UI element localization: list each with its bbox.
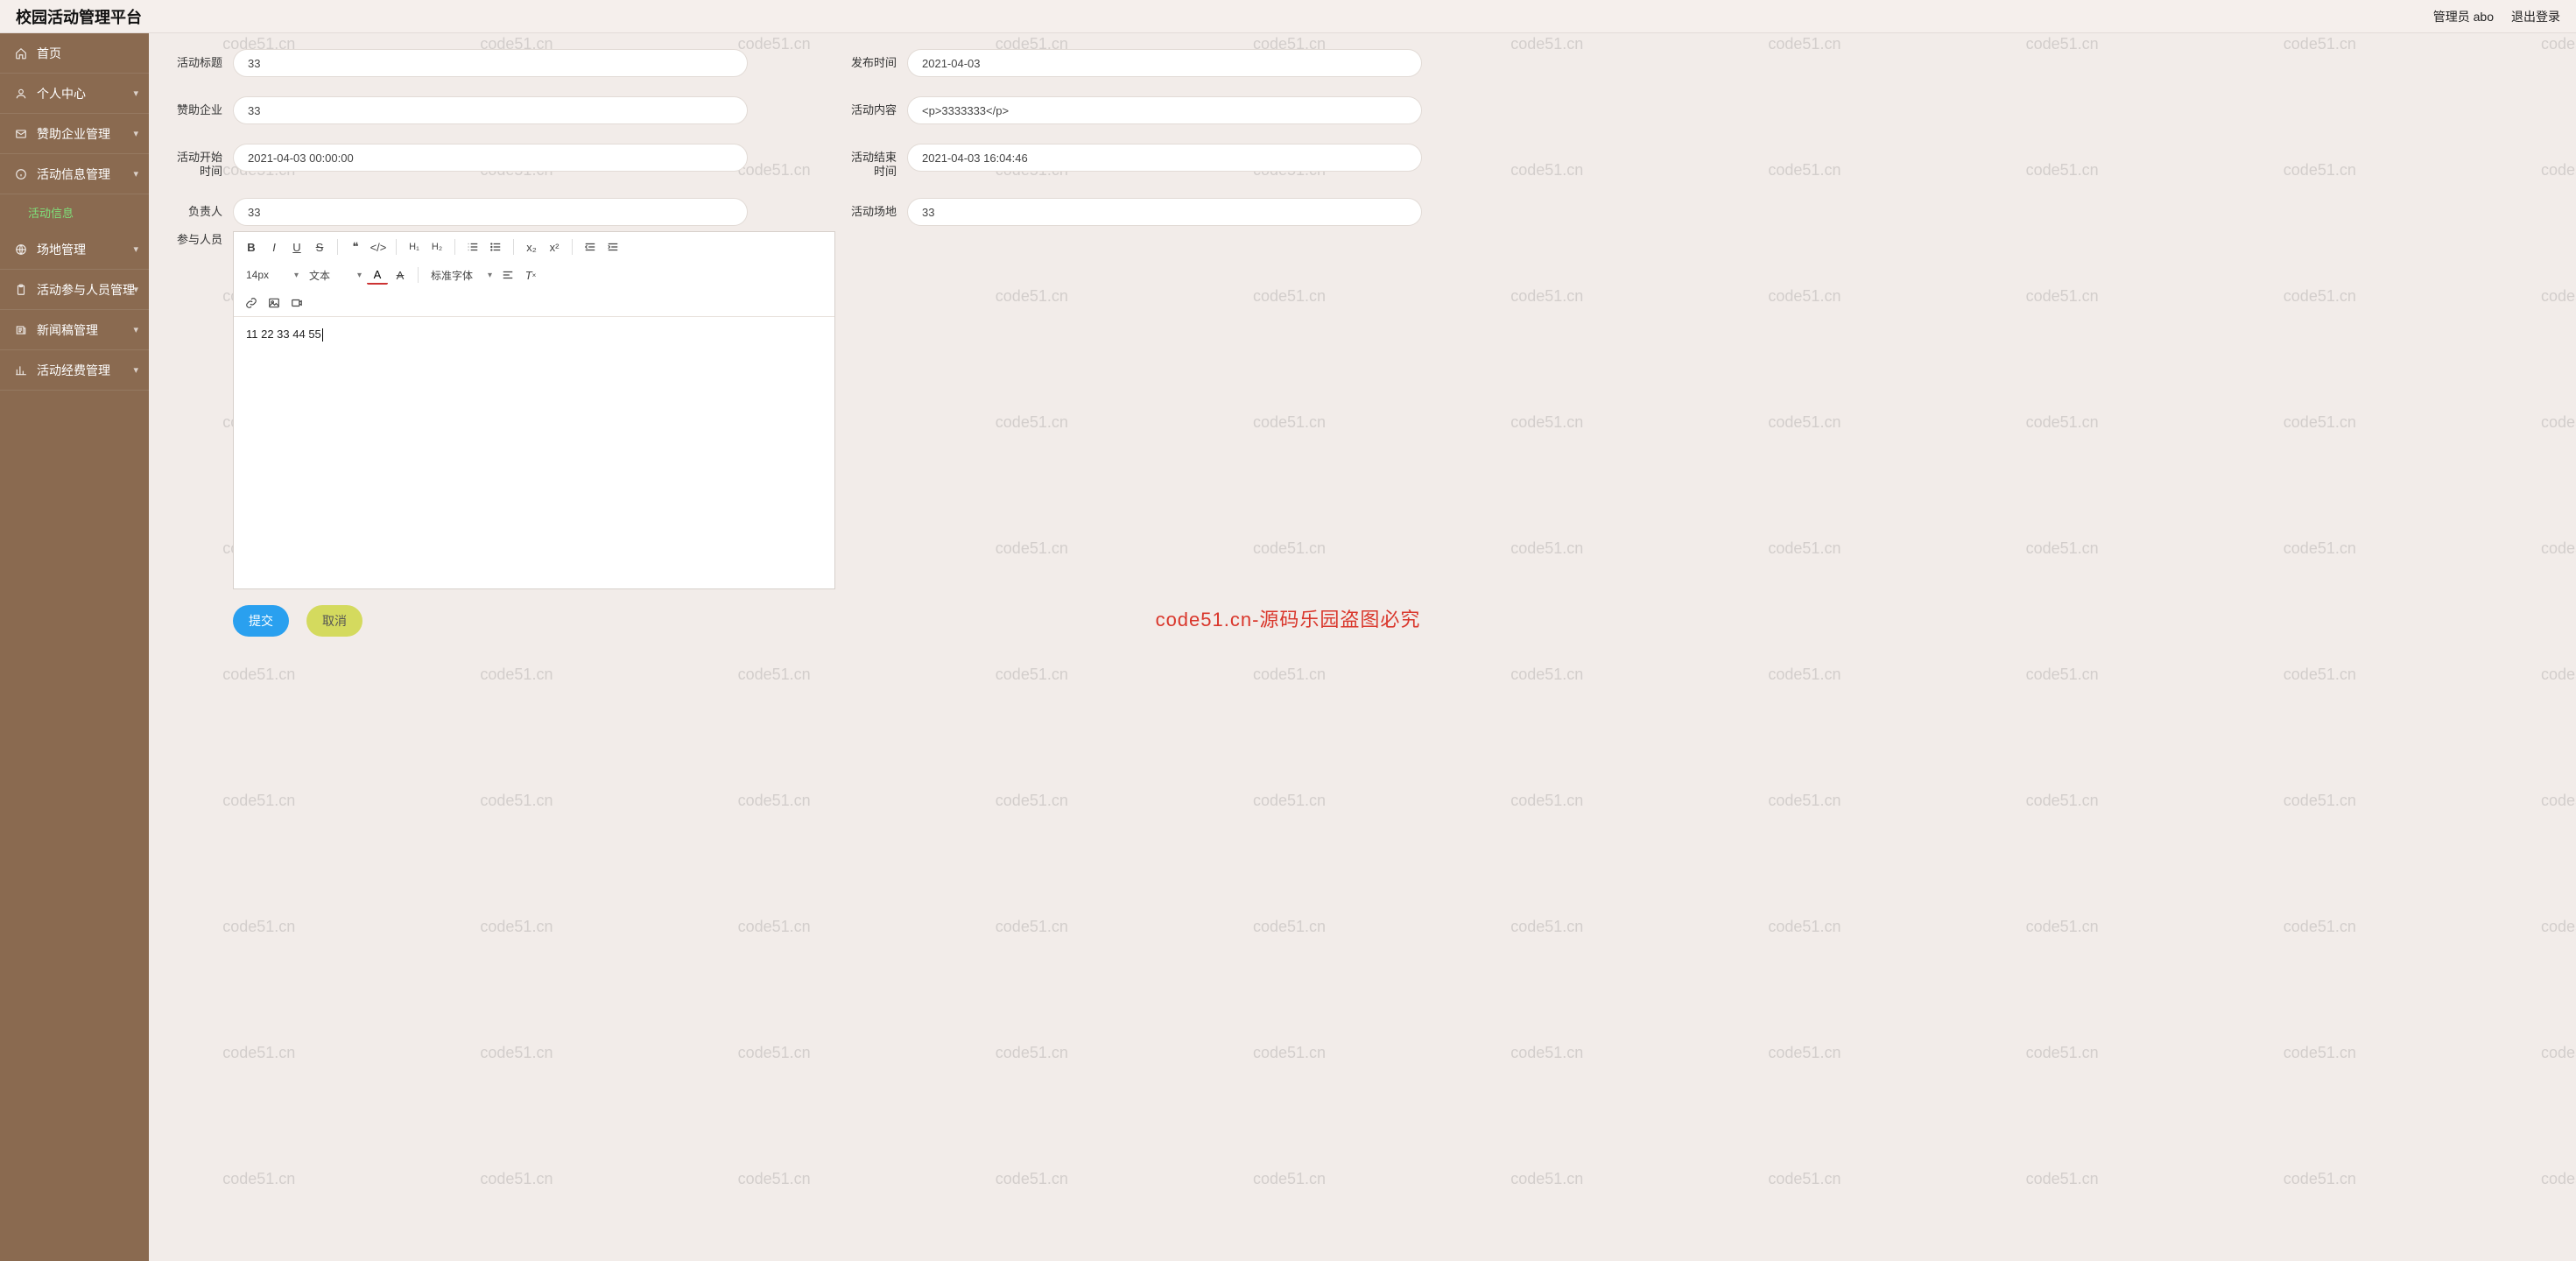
- chevron-down-icon: ▾: [133, 88, 138, 99]
- field-publish: 发布时间: [844, 49, 1422, 77]
- label-leader: 负责人: [170, 198, 222, 219]
- globe-icon: [14, 243, 28, 257]
- ol-icon[interactable]: [462, 237, 483, 257]
- bold-icon[interactable]: B: [241, 237, 262, 257]
- field-leader: 负责人: [170, 198, 748, 226]
- chevron-down-icon: ▾: [133, 168, 138, 180]
- bg-color-icon[interactable]: A: [390, 265, 411, 285]
- ul-icon[interactable]: [485, 237, 506, 257]
- editor-toolbar: B I U S ❝ </> H₁ H₂: [234, 232, 834, 317]
- sidebar-item-label: 首页: [37, 45, 61, 62]
- sidebar-item-label: 场地管理: [37, 241, 86, 258]
- code-icon[interactable]: </>: [368, 237, 389, 257]
- field-venue: 活动场地: [844, 198, 1422, 226]
- input-content[interactable]: [907, 96, 1422, 124]
- header-right: 管理员 abo 退出登录: [2433, 8, 2560, 25]
- sidebar-item-label: 活动经费管理: [37, 362, 110, 379]
- editor-body[interactable]: 11 22 33 44 55: [234, 317, 834, 588]
- cancel-button[interactable]: 取消: [306, 605, 362, 637]
- superscript-icon[interactable]: x²: [544, 237, 565, 257]
- sidebar-item-label: 活动信息管理: [37, 166, 110, 183]
- sidebar: 首页个人中心▾赞助企业管理▾活动信息管理▾活动信息场地管理▾活动参与人员管理▾新…: [0, 33, 149, 1261]
- block-style-select[interactable]: 文本: [304, 265, 365, 285]
- label-title: 活动标题: [170, 49, 222, 70]
- image-icon[interactable]: [264, 293, 285, 313]
- sidebar-item-2[interactable]: 赞助企业管理 ▾: [0, 114, 149, 154]
- clipboard-icon: [14, 283, 28, 297]
- submit-button[interactable]: 提交: [233, 605, 289, 637]
- font-color-icon[interactable]: A: [367, 265, 388, 285]
- indent-icon[interactable]: [602, 237, 623, 257]
- chart-icon: [14, 363, 28, 377]
- input-publish[interactable]: [907, 49, 1422, 77]
- sidebar-item-label: 赞助企业管理: [37, 125, 110, 143]
- underline-icon[interactable]: U: [286, 237, 307, 257]
- font-family-select[interactable]: 标准字体: [426, 265, 496, 285]
- field-end: 活动结束时间: [844, 144, 1422, 179]
- sidebar-item-label: 新闻稿管理: [37, 321, 98, 339]
- sidebar-subitem[interactable]: 活动信息: [0, 194, 149, 229]
- h1-icon[interactable]: H₁: [404, 237, 425, 257]
- logout-link[interactable]: 退出登录: [2511, 8, 2560, 25]
- admin-label[interactable]: 管理员 abo: [2433, 8, 2494, 25]
- chevron-down-icon: ▾: [133, 243, 138, 255]
- input-sponsor[interactable]: [233, 96, 748, 124]
- news-icon: [14, 323, 28, 337]
- header-bar: 校园活动管理平台 管理员 abo 退出登录: [0, 0, 2576, 33]
- sidebar-item-0[interactable]: 首页: [0, 33, 149, 74]
- sidebar-item-1[interactable]: 个人中心 ▾: [0, 74, 149, 114]
- rich-editor: B I U S ❝ </> H₁ H₂: [233, 231, 835, 589]
- input-end[interactable]: [907, 144, 1422, 172]
- sidebar-item-4[interactable]: 场地管理 ▾: [0, 229, 149, 270]
- outdent-icon[interactable]: [580, 237, 601, 257]
- quote-icon[interactable]: ❝: [345, 237, 366, 257]
- label-participants: 参与人员: [170, 231, 222, 589]
- field-content: 活动内容: [844, 96, 1422, 124]
- strike-icon[interactable]: S: [309, 237, 330, 257]
- sidebar-item-label: 活动参与人员管理: [37, 281, 135, 299]
- align-icon[interactable]: [497, 265, 518, 285]
- label-end: 活动结束时间: [844, 144, 897, 179]
- input-venue[interactable]: [907, 198, 1422, 226]
- label-sponsor: 赞助企业: [170, 96, 222, 117]
- user-icon: [14, 87, 28, 101]
- input-leader[interactable]: [233, 198, 748, 226]
- field-sponsor: 赞助企业: [170, 96, 748, 124]
- input-title[interactable]: [233, 49, 748, 77]
- chevron-down-icon: ▾: [133, 324, 138, 335]
- field-start: 活动开始时间: [170, 144, 748, 179]
- info-icon: [14, 167, 28, 181]
- chevron-down-icon: ▾: [133, 364, 138, 376]
- chevron-down-icon: ▾: [133, 128, 138, 139]
- sidebar-item-5[interactable]: 活动参与人员管理▾: [0, 270, 149, 310]
- video-icon[interactable]: [286, 293, 307, 313]
- chevron-down-icon: ▾: [133, 284, 138, 295]
- italic-icon[interactable]: I: [264, 237, 285, 257]
- field-participants: 参与人员 B I U S ❝ </> H₁ H₂: [170, 231, 835, 589]
- link-icon[interactable]: [241, 293, 262, 313]
- label-publish: 发布时间: [844, 49, 897, 70]
- sidebar-item-7[interactable]: 活动经费管理 ▾: [0, 350, 149, 391]
- input-start[interactable]: [233, 144, 748, 172]
- label-content: 活动内容: [844, 96, 897, 117]
- label-venue: 活动场地: [844, 198, 897, 219]
- content-area: 活动标题 发布时间 赞助企业 活动内容 活动开始时间 活动结束时间: [149, 33, 2576, 1261]
- form-grid: 活动标题 发布时间 赞助企业 活动内容 活动开始时间 活动结束时间: [170, 49, 1422, 226]
- sidebar-item-3[interactable]: 活动信息管理 ▾: [0, 154, 149, 194]
- label-start: 活动开始时间: [170, 144, 222, 179]
- mail-icon: [14, 127, 28, 141]
- field-title: 活动标题: [170, 49, 748, 77]
- sidebar-item-label: 个人中心: [37, 85, 86, 102]
- app-title: 校园活动管理平台: [16, 5, 142, 28]
- clear-format-icon[interactable]: T×: [520, 265, 541, 285]
- h2-icon[interactable]: H₂: [426, 237, 447, 257]
- font-size-select[interactable]: 14px: [241, 265, 302, 285]
- form-actions: 提交 取消: [170, 605, 2555, 637]
- sidebar-item-6[interactable]: 新闻稿管理 ▾: [0, 310, 149, 350]
- subscript-icon[interactable]: x₂: [521, 237, 542, 257]
- home-icon: [14, 46, 28, 60]
